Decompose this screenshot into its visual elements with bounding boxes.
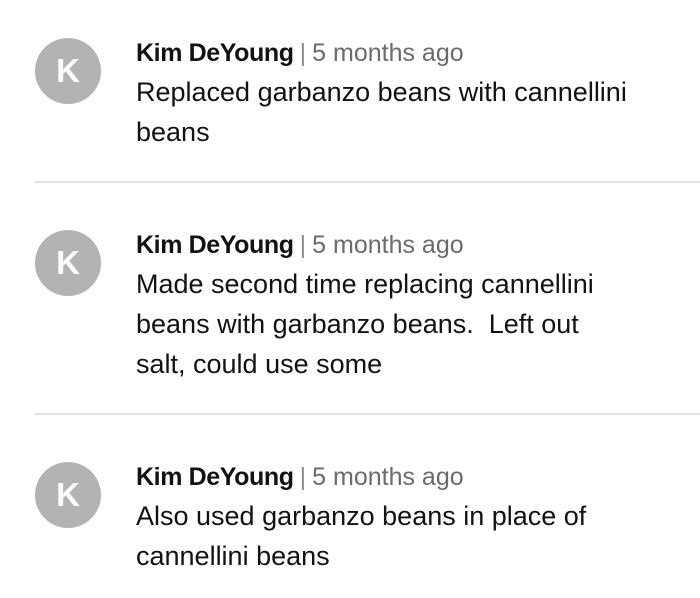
comment-meta: Kim DeYoung | 5 months ago [136, 228, 680, 262]
comment-item: K Kim DeYoung | 5 months ago Also used gar… [0, 414, 700, 598]
comment-item: K Kim DeYoung | 5 months ago Replaced garb… [0, 0, 700, 182]
comment-timestamp: 5 months ago [312, 39, 464, 67]
avatar[interactable]: K [35, 230, 101, 296]
meta-separator: | [299, 39, 307, 67]
comment-author[interactable]: Kim DeYoung [136, 39, 294, 67]
comment-body: Kim DeYoung | 5 months ago Also used garba… [136, 460, 680, 576]
avatar[interactable]: K [35, 38, 101, 104]
comment-list: K Kim DeYoung | 5 months ago Replaced garb… [0, 0, 700, 598]
comment-text: Made second time replacing cannellini be… [136, 269, 594, 379]
comment-text: Also used garbanzo beans in place of can… [136, 501, 587, 571]
comment-body: Kim DeYoung | 5 months ago Replaced garban… [136, 36, 680, 152]
comment-body: Kim DeYoung | 5 months ago Made second tim… [136, 228, 680, 384]
comment-meta: Kim DeYoung | 5 months ago [136, 36, 680, 70]
comment-timestamp: 5 months ago [312, 231, 464, 259]
comment-timestamp: 5 months ago [312, 463, 464, 491]
meta-separator: | [299, 463, 307, 491]
comment-text: Replaced garbanzo beans with cannellini … [136, 77, 627, 147]
comment-item: K Kim DeYoung | 5 months ago Made second t… [0, 182, 700, 414]
comment-author[interactable]: Kim DeYoung [136, 231, 294, 259]
comment-author[interactable]: Kim DeYoung [136, 463, 294, 491]
meta-separator: | [299, 231, 307, 259]
avatar[interactable]: K [35, 462, 101, 528]
comment-meta: Kim DeYoung | 5 months ago [136, 460, 680, 494]
